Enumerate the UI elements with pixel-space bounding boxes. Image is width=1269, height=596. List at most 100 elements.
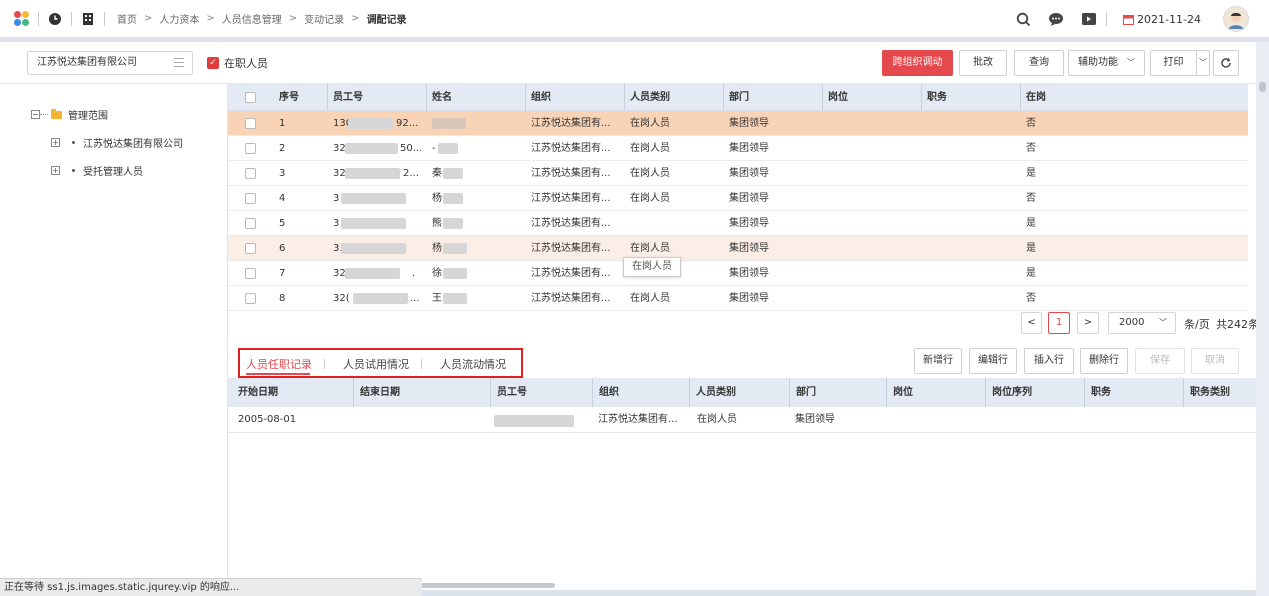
table-row[interactable]: 1 130 92... 江苏悦达集团有... 在岗人员 集团领导 否	[228, 111, 1248, 136]
col-header-no[interactable]: 序号	[279, 84, 299, 111]
select-all-checkbox[interactable]	[245, 92, 256, 103]
next-page-button[interactable]: >	[1077, 312, 1099, 334]
col-header-category[interactable]: 人员类别	[624, 84, 670, 111]
row-checkbox[interactable]	[245, 118, 256, 129]
tree-node-entrusted[interactable]: + 受托管理人员	[51, 163, 143, 178]
calendar-icon	[1123, 14, 1135, 25]
cell-no: 7	[279, 268, 286, 279]
collapse-icon[interactable]: −	[31, 110, 40, 119]
blurred-name	[443, 243, 467, 254]
query-button[interactable]: 查询	[1014, 50, 1064, 76]
cell-org: 江苏悦达集团有...	[598, 414, 678, 425]
detail-horizontal-scrollbar[interactable]	[420, 583, 555, 588]
cell-empid: 32	[333, 143, 346, 154]
col-header-onjob[interactable]: 在岗	[1020, 84, 1046, 111]
page-size-select[interactable]: 2000 ﹀	[1108, 312, 1176, 334]
cancel-button[interactable]: 取消	[1191, 348, 1239, 374]
table-row[interactable]: 7 32 . 徐 江苏悦达集团有... 在岗人员 集团领导 是	[228, 261, 1248, 286]
cell-dept: 集团领导	[729, 268, 769, 279]
vertical-scrollbar[interactable]	[1256, 42, 1269, 596]
clock-icon[interactable]	[47, 11, 63, 27]
building-icon[interactable]	[80, 11, 96, 27]
table-row[interactable]: 2 32 50... - 江苏悦达集团有... 在岗人员 集团领导 否	[228, 136, 1248, 161]
date-display[interactable]: 2021-11-24	[1123, 13, 1201, 26]
col-header-end-date[interactable]: 结束日期	[353, 378, 400, 407]
active-only-checkbox[interactable]: ✓ 在职人员	[207, 55, 268, 71]
table-row[interactable]: 4 3 杨 江苏悦达集团有... 在岗人员 集团领导 否	[228, 186, 1248, 211]
row-checkbox[interactable]	[245, 243, 256, 254]
print-button[interactable]: 打印	[1150, 50, 1197, 76]
print-dropdown-chevron-icon[interactable]: ﹀	[1196, 50, 1210, 76]
col-header-position-seq[interactable]: 岗位序列	[985, 378, 1032, 407]
prev-page-button[interactable]: <	[1021, 312, 1042, 334]
cell-dept: 集团领导	[795, 414, 835, 425]
edit-row-button[interactable]: 编辑行	[969, 348, 1017, 374]
cell-empid-tail: .	[412, 268, 416, 279]
breadcrumb-item[interactable]: 变动记录	[304, 11, 344, 26]
col-header-position[interactable]: 岗位	[886, 378, 913, 407]
avatar[interactable]	[1223, 6, 1249, 32]
tab-employment-record[interactable]: 人员任职记录	[246, 356, 312, 372]
table-row[interactable]: 6 3. 杨 江苏悦达集团有... 在岗人员 集团领导 是	[228, 236, 1248, 261]
col-header-empid[interactable]: 员工号	[490, 378, 527, 407]
cell-empid-tail: 2...	[403, 168, 419, 179]
row-checkbox[interactable]	[245, 218, 256, 229]
cross-org-transfer-button[interactable]: 跨组织调动	[882, 50, 953, 76]
chat-icon[interactable]	[1047, 10, 1065, 28]
save-button[interactable]: 保存	[1135, 348, 1185, 374]
page-1-button[interactable]: 1	[1048, 312, 1070, 334]
col-header-category[interactable]: 人员类别	[689, 378, 736, 407]
org-select[interactable]: 江苏悦达集团有限公司	[27, 51, 193, 75]
tree-node-root[interactable]: − 管理范围	[31, 107, 108, 122]
blurred-empid	[341, 218, 406, 229]
cell-onjob: 否	[1026, 293, 1036, 304]
col-header-org[interactable]: 组织	[525, 84, 551, 111]
cell-onjob: 否	[1026, 118, 1036, 129]
delete-row-button[interactable]: 删除行	[1080, 348, 1128, 374]
row-checkbox[interactable]	[245, 193, 256, 204]
col-header-empid[interactable]: 员工号	[327, 84, 363, 111]
col-header-dept[interactable]: 部门	[723, 84, 749, 111]
table-row[interactable]: 2005-08-01 江苏悦达集团有... 在岗人员 集团领导	[228, 407, 1256, 433]
table-row[interactable]: 5 3 熊 江苏悦达集团有... 集团领导 是	[228, 211, 1248, 236]
tab-mobility[interactable]: 人员流动情况	[440, 356, 506, 372]
cell-dept: 集团领导	[729, 193, 769, 204]
row-checkbox[interactable]	[245, 293, 256, 304]
active-tab-indicator	[246, 373, 310, 375]
batch-edit-button[interactable]: 批改	[959, 50, 1007, 76]
col-header-org[interactable]: 组织	[592, 378, 619, 407]
assist-functions-button[interactable]: 辅助功能 ﹀	[1068, 50, 1145, 76]
row-checkbox[interactable]	[245, 268, 256, 279]
video-icon[interactable]	[1080, 10, 1098, 28]
add-row-button[interactable]: 新增行	[914, 348, 962, 374]
scrollbar-thumb[interactable]	[1259, 82, 1266, 92]
refresh-button[interactable]	[1213, 50, 1239, 76]
cell-dept: 集团领导	[729, 143, 769, 154]
breadcrumb-item[interactable]: 人员信息管理	[222, 11, 282, 26]
expand-icon[interactable]: +	[51, 166, 60, 175]
breadcrumb-item[interactable]: 人力资本	[159, 11, 199, 26]
breadcrumb: 首页 > 人力资本 > 人员信息管理 > 变动记录 > 调配记录	[117, 11, 407, 26]
list-icon[interactable]	[174, 58, 184, 67]
col-header-title[interactable]: 职务	[1084, 378, 1111, 407]
col-header-dept[interactable]: 部门	[789, 378, 816, 407]
col-header-name[interactable]: 姓名	[426, 84, 452, 111]
search-icon[interactable]	[1014, 10, 1032, 28]
row-checkbox[interactable]	[245, 143, 256, 154]
tree-node-yueda[interactable]: + 江苏悦达集团有限公司	[51, 135, 183, 150]
row-checkbox[interactable]	[245, 168, 256, 179]
checkmark-icon[interactable]: ✓	[207, 57, 219, 69]
insert-row-button[interactable]: 插入行	[1024, 348, 1074, 374]
col-header-title[interactable]: 职务	[921, 84, 947, 111]
table-row[interactable]: 3 32 2... 秦 江苏悦达集团有... 在岗人员 集团领导 是	[228, 161, 1248, 186]
expand-icon[interactable]: +	[51, 138, 60, 147]
cell-no: 3	[279, 168, 286, 179]
breadcrumb-item[interactable]: 首页	[117, 11, 137, 26]
col-header-start-date[interactable]: 开始日期	[238, 378, 278, 407]
table-row[interactable]: 8 32( ... 王 江苏悦达集团有... 在岗人员 集团领导 否	[228, 286, 1248, 311]
col-header-title-category[interactable]: 职务类别	[1183, 378, 1230, 407]
col-header-position[interactable]: 岗位	[822, 84, 848, 111]
employee-grid: 序号 员工号 姓名 组织 人员类别 部门 岗位 职务 在岗 1 130 92..…	[228, 84, 1248, 342]
app-logo-icon[interactable]	[14, 10, 30, 27]
tab-probation[interactable]: 人员试用情况	[343, 356, 409, 372]
